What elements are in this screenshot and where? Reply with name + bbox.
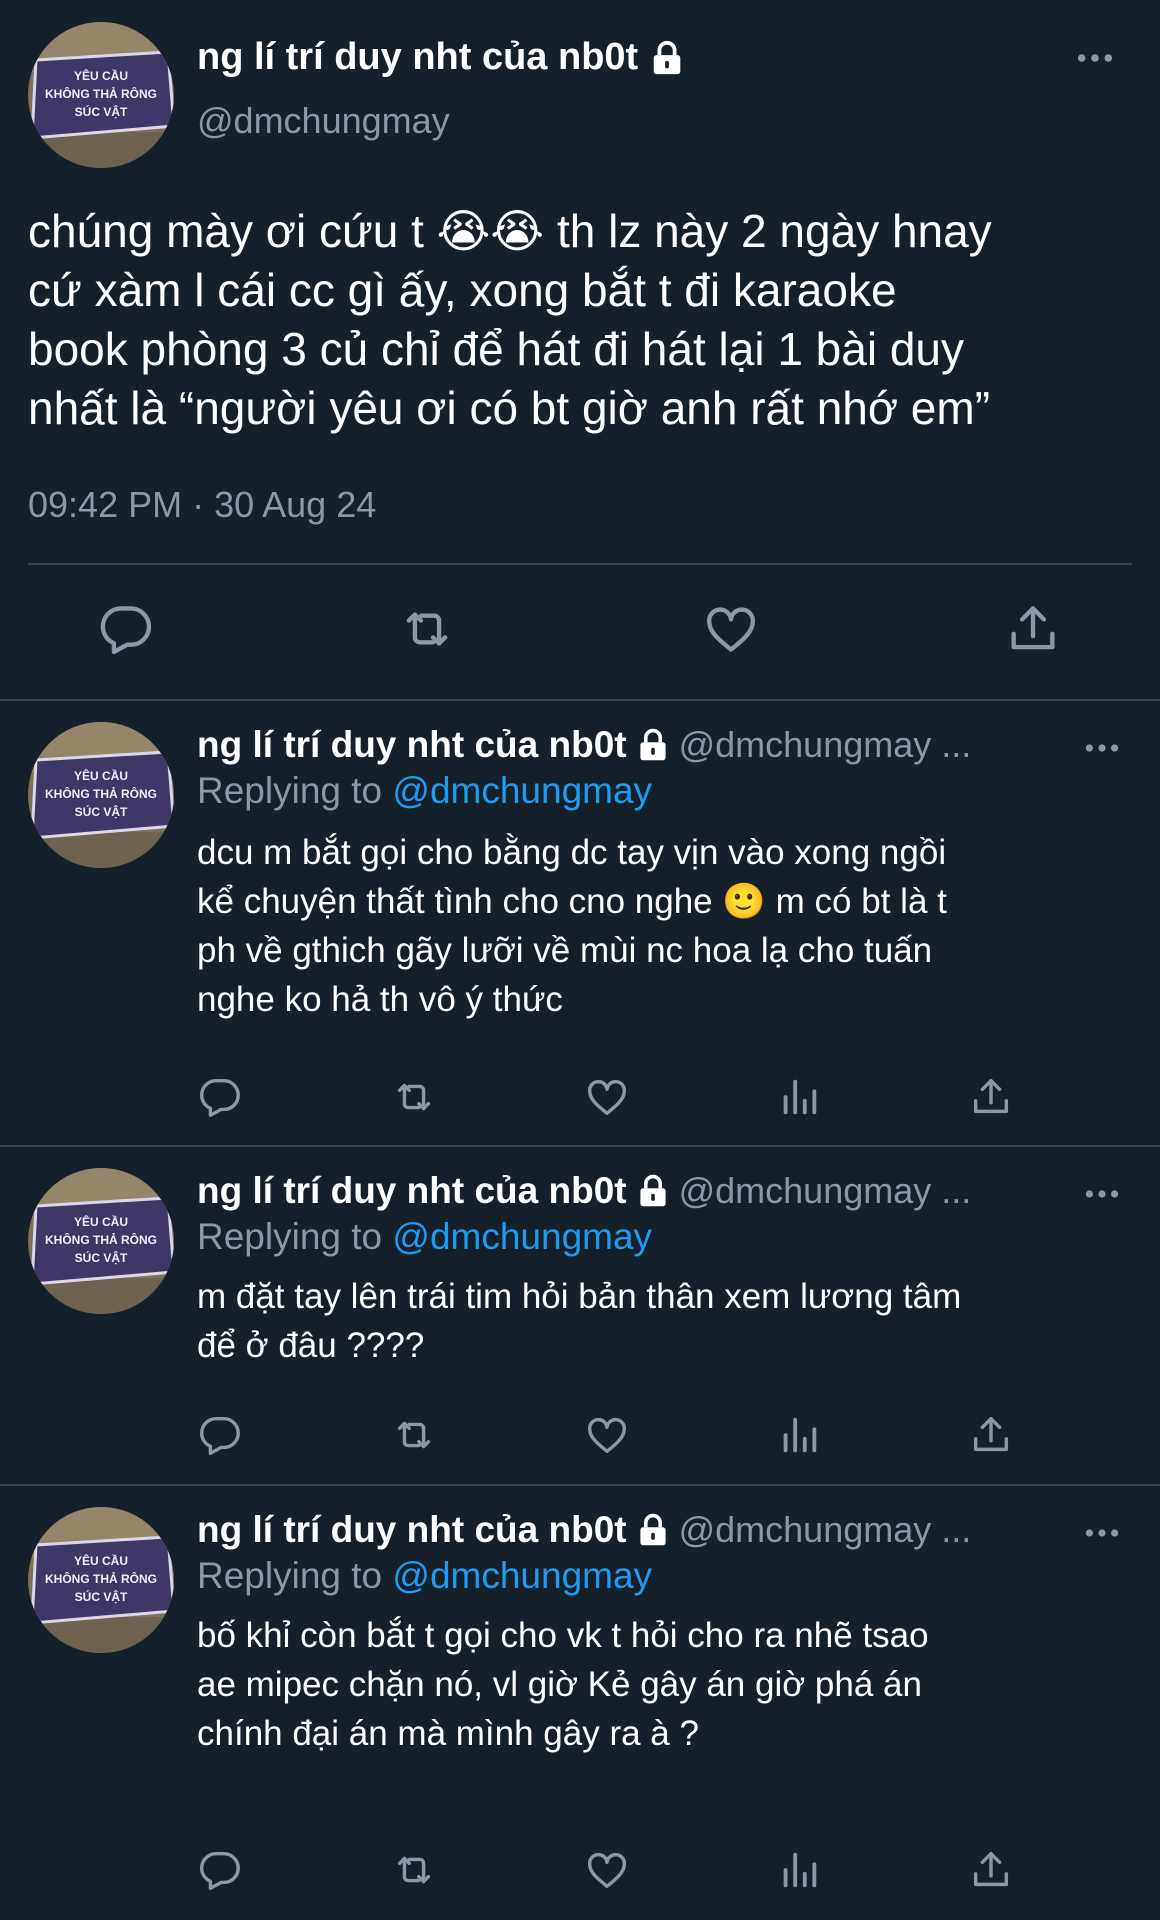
views-icon[interactable] — [776, 1412, 822, 1458]
lock-icon — [635, 1512, 671, 1548]
replying-to-line: Replying to @dmchungmay — [197, 770, 652, 812]
main-tweet: YÊU CẦU KHÔNG THẢ RÔNG SÚC VẬT ng lí trí… — [0, 0, 1160, 700]
author-handle[interactable]: @dmchungmay ... — [679, 724, 972, 766]
tweet-text-line: chúng mày ơi cứu t 😭😭 th lz này 2 ngày h… — [28, 205, 992, 257]
reply-text-line: ph về gthich gãy lưỡi về mùi nc hoa lạ c… — [197, 931, 933, 970]
share-icon[interactable] — [968, 1412, 1014, 1458]
reply-header: ng lí trí duy nht của nb0t @dmchungmay .… — [197, 1170, 971, 1212]
tweet-text-line: nhất là “người yêu ơi có bt giờ anh rất … — [28, 382, 991, 434]
retweet-icon[interactable] — [391, 1847, 437, 1893]
reply-text-line: chính đại án mà mình gây ra à ? — [197, 1714, 699, 1753]
like-icon[interactable] — [702, 600, 760, 658]
avatar-sign-line: SÚC VẬT — [75, 1250, 128, 1265]
reply-text-line: nghe ko hả th vô ý thức — [197, 980, 563, 1019]
avatar[interactable]: YÊU CẦU KHÔNG THẢ RÔNG SÚC VẬT — [28, 722, 174, 868]
avatar-sign-line: SÚC VẬT — [75, 104, 128, 119]
share-icon[interactable] — [968, 1074, 1014, 1120]
share-icon[interactable] — [968, 1847, 1014, 1893]
reply-text-line: để ở đâu ???? — [197, 1326, 425, 1365]
author-handle[interactable]: @dmchungmay ... — [679, 1509, 972, 1551]
avatar-sign-line: SÚC VẬT — [75, 804, 128, 819]
author-name-row[interactable]: ng lí trí duy nht của nb0t — [197, 36, 686, 79]
retweet-icon[interactable] — [398, 600, 456, 658]
reply-text: dcu m bắt gọi cho bằng dc tay vịn vào xo… — [197, 828, 1127, 1024]
reply-tweet[interactable]: YÊU CẦU KHÔNG THẢ RÔNG SÚC VẬT ng lí trí… — [0, 702, 1160, 1144]
more-options-icon[interactable] — [1084, 742, 1120, 754]
reply-header: ng lí trí duy nht của nb0t @dmchungmay .… — [197, 1509, 971, 1551]
lock-icon — [648, 39, 686, 77]
tweet-text-line: cứ xàm l cái cc gì ấy, xong bắt t đi kar… — [28, 264, 897, 316]
avatar-sign-line: KHÔNG THẢ RÔNG — [45, 786, 157, 801]
author-handle[interactable]: @dmchungmay ... — [679, 1170, 972, 1212]
replying-to-line: Replying to @dmchungmay — [197, 1216, 652, 1258]
lock-icon — [635, 1173, 671, 1209]
reply-actions — [0, 1074, 1160, 1124]
reply-header: ng lí trí duy nht của nb0t @dmchungmay .… — [197, 724, 971, 766]
avatar[interactable]: YÊU CẦU KHÔNG THẢ RÔNG SÚC VẬT — [28, 1507, 174, 1653]
replying-to-line: Replying to @dmchungmay — [197, 1555, 652, 1597]
tweet-timestamp[interactable]: 09:42 PM · 30 Aug 24 — [28, 484, 376, 526]
more-options-icon[interactable] — [1084, 1527, 1120, 1539]
divider — [0, 1484, 1160, 1486]
reply-text: m đặt tay lên trái tim hỏi bản thân xem … — [197, 1272, 1127, 1370]
replying-to-label: Replying to — [197, 1555, 383, 1596]
like-icon[interactable] — [584, 1412, 630, 1458]
reply-text-line: ae mipec chặn nó, vl giờ Kẻ gây án giờ p… — [197, 1665, 922, 1704]
retweet-icon[interactable] — [391, 1412, 437, 1458]
author-name[interactable]: ng lí trí duy nht của nb0t — [197, 36, 638, 79]
more-options-icon[interactable] — [1076, 52, 1114, 64]
reply-icon[interactable] — [197, 1412, 243, 1458]
like-icon[interactable] — [584, 1074, 630, 1120]
reply-tweet[interactable]: YÊU CẦU KHÔNG THẢ RÔNG SÚC VẬT ng lí trí… — [0, 1148, 1160, 1483]
reply-actions — [0, 1847, 1160, 1897]
avatar-sign-line: SÚC VẬT — [75, 1589, 128, 1604]
tweet-text-line: book phòng 3 củ chỉ để hát đi hát lại 1 … — [28, 323, 965, 375]
share-icon[interactable] — [1004, 600, 1062, 658]
reply-text-line: dcu m bắt gọi cho bằng dc tay vịn vào xo… — [197, 833, 947, 872]
tweet-actions — [0, 600, 1160, 660]
author-name[interactable]: ng lí trí duy nht của nb0t — [197, 1509, 627, 1551]
avatar-sign-line: KHÔNG THẢ RÔNG — [45, 1571, 157, 1586]
reply-icon[interactable] — [197, 1074, 243, 1120]
tweet-text: chúng mày ơi cứu t 😭😭 th lz này 2 ngày h… — [28, 202, 1140, 438]
author-name[interactable]: ng lí trí duy nht của nb0t — [197, 1170, 627, 1212]
avatar[interactable]: YÊU CẦU KHÔNG THẢ RÔNG SÚC VẬT — [28, 1168, 174, 1314]
avatar-sign-line: YÊU CẦU — [74, 68, 128, 83]
author-handle[interactable]: @dmchungmay — [197, 100, 450, 142]
avatar-sign-line: YÊU CẦU — [74, 1214, 128, 1229]
lock-icon — [635, 727, 671, 763]
views-icon[interactable] — [776, 1074, 822, 1120]
like-icon[interactable] — [584, 1847, 630, 1893]
divider — [0, 1145, 1160, 1147]
replying-to-handle[interactable]: @dmchungmay — [392, 1216, 652, 1257]
reply-icon[interactable] — [197, 1847, 243, 1893]
views-icon[interactable] — [776, 1847, 822, 1893]
replying-to-label: Replying to — [197, 770, 383, 811]
replying-to-handle[interactable]: @dmchungmay — [392, 1555, 652, 1596]
reply-text-line: bố khỉ còn bắt t gọi cho vk t hỏi cho ra… — [197, 1616, 929, 1655]
reply-icon[interactable] — [97, 600, 155, 658]
replying-to-label: Replying to — [197, 1216, 383, 1257]
avatar-sign-line: YÊU CẦU — [74, 1553, 128, 1568]
retweet-icon[interactable] — [391, 1074, 437, 1120]
reply-actions — [0, 1412, 1160, 1462]
reply-text-line: kể chuyện thất tình cho cno nghe 🙂 m có … — [197, 882, 947, 921]
divider — [0, 699, 1160, 701]
reply-text: bố khỉ còn bắt t gọi cho vk t hỏi cho ra… — [197, 1611, 1127, 1758]
reply-tweet[interactable]: YÊU CẦU KHÔNG THẢ RÔNG SÚC VẬT ng lí trí… — [0, 1487, 1160, 1920]
more-options-icon[interactable] — [1084, 1188, 1120, 1200]
avatar-sign-line: KHÔNG THẢ RÔNG — [45, 86, 157, 101]
avatar-sign-line: YÊU CẦU — [74, 768, 128, 783]
divider — [28, 563, 1132, 565]
avatar[interactable]: YÊU CẦU KHÔNG THẢ RÔNG SÚC VẬT — [28, 22, 174, 168]
author-name[interactable]: ng lí trí duy nht của nb0t — [197, 724, 627, 766]
replying-to-handle[interactable]: @dmchungmay — [392, 770, 652, 811]
avatar-sign-line: KHÔNG THẢ RÔNG — [45, 1232, 157, 1247]
reply-text-line: m đặt tay lên trái tim hỏi bản thân xem … — [197, 1277, 962, 1316]
